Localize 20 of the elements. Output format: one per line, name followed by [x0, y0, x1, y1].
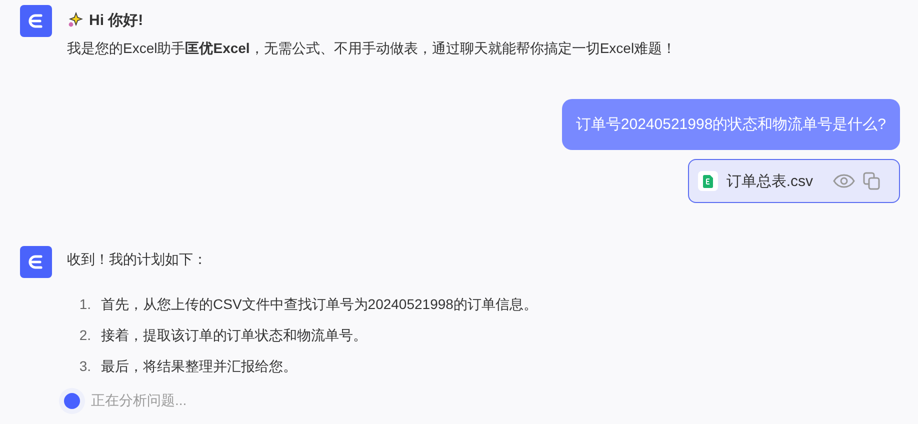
loading-indicator-icon	[59, 388, 85, 414]
assistant-avatar-icon	[20, 5, 52, 37]
sparkle-icon	[67, 12, 83, 28]
step-text: 最后，将结果整理并汇报给您。	[101, 357, 297, 376]
user-message-bubble: 订单号20240521998的状态和物流单号是什么?	[562, 99, 900, 150]
message-text: 收到！我的计划如下：	[67, 250, 208, 269]
step-text: 首先，从您上传的CSV文件中查找订单号为20240521998的订单信息。	[101, 295, 538, 314]
step-text: 接着，提取该订单的订单状态和物流单号。	[101, 326, 367, 345]
message-text: 我是您的Excel助手匡优Excel，无需公式、不用手动做表，通过聊天就能帮你搞定一切Excel难题！	[67, 39, 676, 58]
status-text: 正在分析问题...	[91, 392, 187, 410]
spreadsheet-file-icon	[698, 171, 718, 191]
greeting-title: Hi 你好!	[89, 10, 144, 30]
file-attachment-card[interactable]: 订单总表.csv	[688, 159, 900, 203]
step-number: 3.	[78, 357, 91, 376]
copy-icon[interactable]	[863, 172, 881, 190]
assistant-avatar-icon	[20, 246, 52, 278]
file-name: 订单总表.csv	[726, 172, 813, 190]
step-number: 1.	[78, 295, 91, 314]
step-number: 2.	[78, 326, 91, 345]
preview-eye-icon[interactable]	[833, 174, 855, 188]
